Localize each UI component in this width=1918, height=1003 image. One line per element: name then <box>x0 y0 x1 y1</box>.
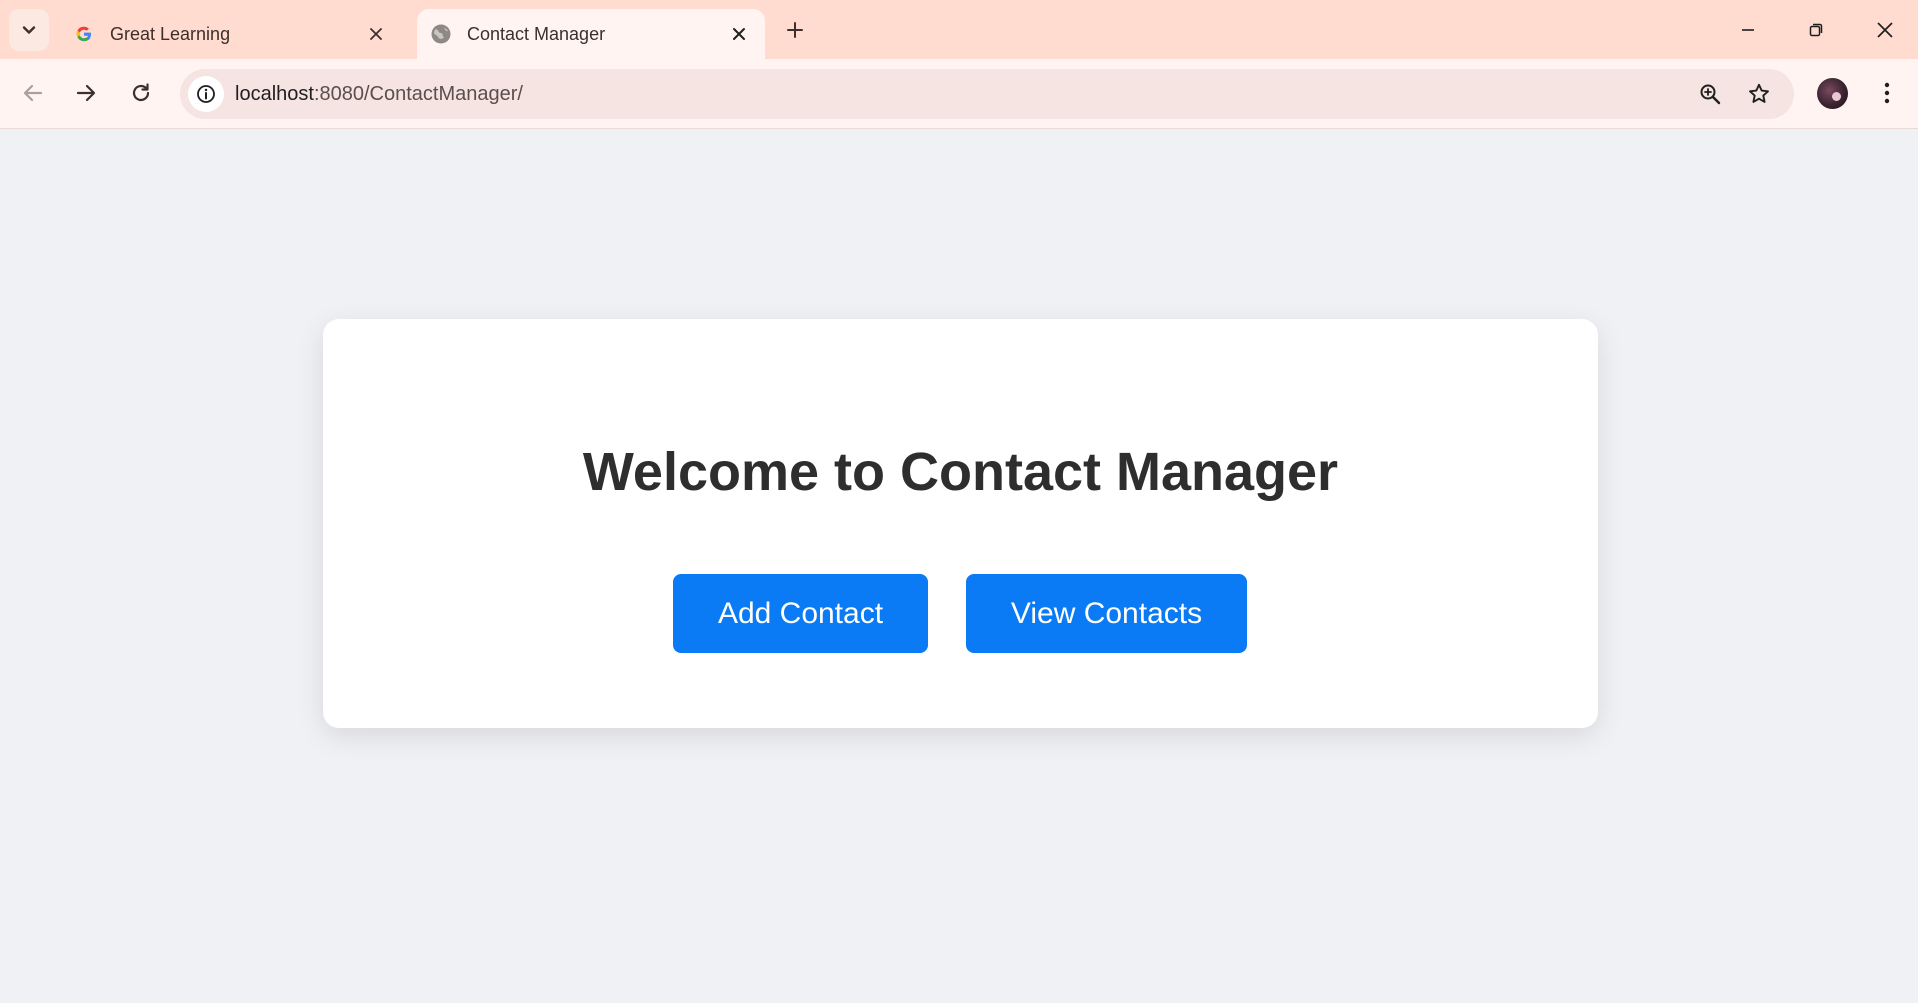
zoom-in-icon <box>1700 84 1721 105</box>
forward-arrow-icon <box>76 84 96 102</box>
url-text: localhost:8080/ContactManager/ <box>235 69 523 119</box>
more-vertical-icon <box>1884 82 1890 104</box>
info-icon <box>197 85 215 103</box>
back-arrow-icon <box>23 84 43 102</box>
add-contact-button[interactable]: Add Contact <box>673 574 928 653</box>
reload-icon <box>132 83 150 102</box>
url-host: localhost <box>235 83 314 105</box>
profile-avatar[interactable] <box>1817 78 1848 109</box>
chevron-down-icon <box>22 26 36 34</box>
page-title: Welcome to Contact Manager <box>582 442 1339 502</box>
star-icon <box>1749 83 1769 103</box>
globe-icon <box>430 23 452 45</box>
welcome-card: Welcome to Contact Manager Add Contact V… <box>323 319 1598 728</box>
tab-contact-manager[interactable]: Contact Manager <box>417 9 765 59</box>
view-contacts-button[interactable]: View Contacts <box>966 574 1247 653</box>
reload-button[interactable] <box>121 73 161 113</box>
site-info-button[interactable] <box>188 76 224 112</box>
tab-great-learning[interactable]: Great Learning <box>58 9 402 59</box>
tab-search-button[interactable] <box>9 9 49 51</box>
minimize-icon <box>1742 29 1754 31</box>
back-button[interactable] <box>13 73 53 113</box>
plus-icon <box>787 22 803 38</box>
new-tab-button[interactable] <box>780 15 810 45</box>
tab-strip: Great Learning Contact Manager <box>0 0 1918 59</box>
close-tab-icon[interactable] <box>725 20 753 48</box>
close-window-button[interactable] <box>1865 12 1905 48</box>
tab-title: Great Learning <box>110 23 231 44</box>
close-icon <box>1877 22 1893 38</box>
restore-button[interactable] <box>1796 12 1836 48</box>
url-path: :8080/ContactManager/ <box>313 83 523 105</box>
close-tab-icon[interactable] <box>362 20 390 48</box>
tab-title: Contact Manager <box>467 23 606 44</box>
google-g-icon <box>73 23 95 45</box>
restore-icon <box>1809 23 1823 37</box>
address-bar[interactable]: localhost:8080/ContactManager/ <box>180 69 1794 119</box>
zoom-button[interactable] <box>1694 78 1726 110</box>
minimize-button[interactable] <box>1728 12 1768 48</box>
forward-button[interactable] <box>66 73 106 113</box>
browser-toolbar: localhost:8080/ContactManager/ <box>0 59 1918 129</box>
browser-menu-button[interactable] <box>1870 76 1904 110</box>
bookmark-button[interactable] <box>1743 78 1775 110</box>
